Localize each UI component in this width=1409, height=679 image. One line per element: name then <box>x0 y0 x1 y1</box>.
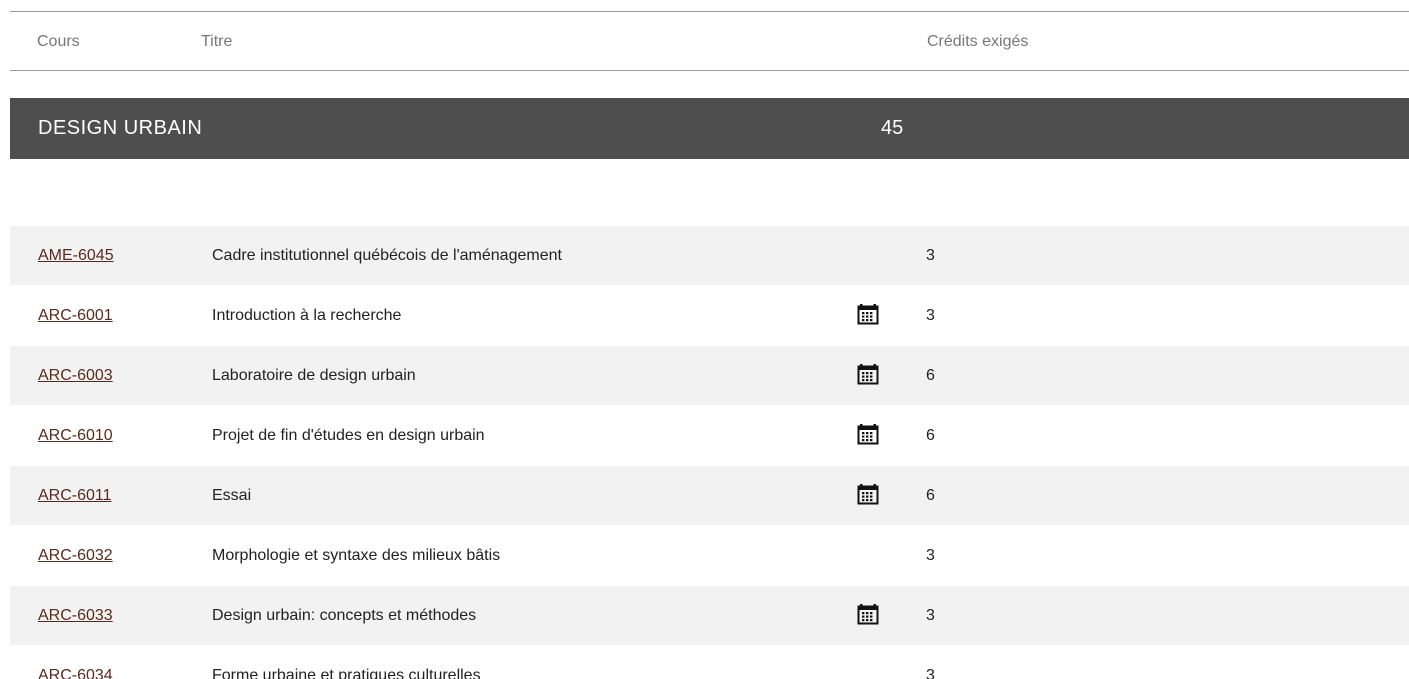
section-name: DESIGN URBAIN <box>38 117 203 139</box>
course-title: Morphologie et syntaxe des milieux bâtis <box>212 547 501 564</box>
calendar-icon[interactable] <box>857 603 879 625</box>
course-code-link[interactable]: ARC-6032 <box>38 526 113 585</box>
course-title: Cadre institutionnel québécois de l'amén… <box>212 247 562 264</box>
calendar-icon[interactable] <box>857 363 879 385</box>
table-header: Cours Titre Crédits exigés <box>10 11 1409 71</box>
course-code-link[interactable]: ARC-6034 <box>38 646 113 679</box>
column-header-code: Cours <box>37 33 80 50</box>
course-credits: 6 <box>926 487 935 504</box>
course-row: ARC-6001 Introduction à la recherche 3 <box>10 286 1409 345</box>
column-header-credits: Crédits exigés <box>927 33 1029 50</box>
course-credits: 3 <box>926 607 935 624</box>
course-title: Design urbain: concepts et méthodes <box>212 607 477 624</box>
section-credits: 45 <box>881 117 904 139</box>
course-code-link[interactable]: ARC-6033 <box>38 586 113 645</box>
course-row: ARC-6034 Forme urbaine et pratiques cult… <box>10 646 1409 679</box>
calendar-icon[interactable] <box>857 303 879 325</box>
course-row: ARC-6010 Projet de fin d'études en desig… <box>10 406 1409 465</box>
course-title: Laboratoire de design urbain <box>212 367 416 384</box>
course-credits: 3 <box>926 307 935 324</box>
course-row: ARC-6033 Design urbain: concepts et méth… <box>10 586 1409 645</box>
course-title: Introduction à la recherche <box>212 307 402 324</box>
course-credits: 6 <box>926 367 935 384</box>
course-row: ARC-6032 Morphologie et syntaxe des mili… <box>10 526 1409 585</box>
course-title: Projet de fin d'études en design urbain <box>212 427 485 444</box>
course-row: ARC-6003 Laboratoire de design urbain 6 <box>10 346 1409 405</box>
course-credits: 3 <box>926 667 935 679</box>
course-title: Forme urbaine et pratiques culturelles <box>212 667 481 679</box>
calendar-icon[interactable] <box>857 483 879 505</box>
column-header-title: Titre <box>201 33 233 50</box>
section-header: DESIGN URBAIN 45 <box>10 98 1409 159</box>
course-row: AME-6045 Cadre institutionnel québécois … <box>10 226 1409 285</box>
course-credits: 3 <box>926 247 935 264</box>
program-page: Cours Titre Crédits exigés DESIGN URBAIN… <box>0 0 1409 679</box>
course-code-link[interactable]: ARC-6001 <box>38 286 113 345</box>
course-credits: 6 <box>926 427 935 444</box>
course-code-link[interactable]: ARC-6010 <box>38 406 113 465</box>
calendar-icon[interactable] <box>857 423 879 445</box>
course-code-link[interactable]: ARC-6003 <box>38 346 113 405</box>
course-credits: 3 <box>926 547 935 564</box>
course-row: ARC-6011 Essai 6 <box>10 466 1409 525</box>
course-title: Essai <box>212 487 252 504</box>
course-list: AME-6045 Cadre institutionnel québécois … <box>10 226 1409 679</box>
course-code-link[interactable]: ARC-6011 <box>38 466 112 525</box>
course-code-link[interactable]: AME-6045 <box>38 226 114 285</box>
